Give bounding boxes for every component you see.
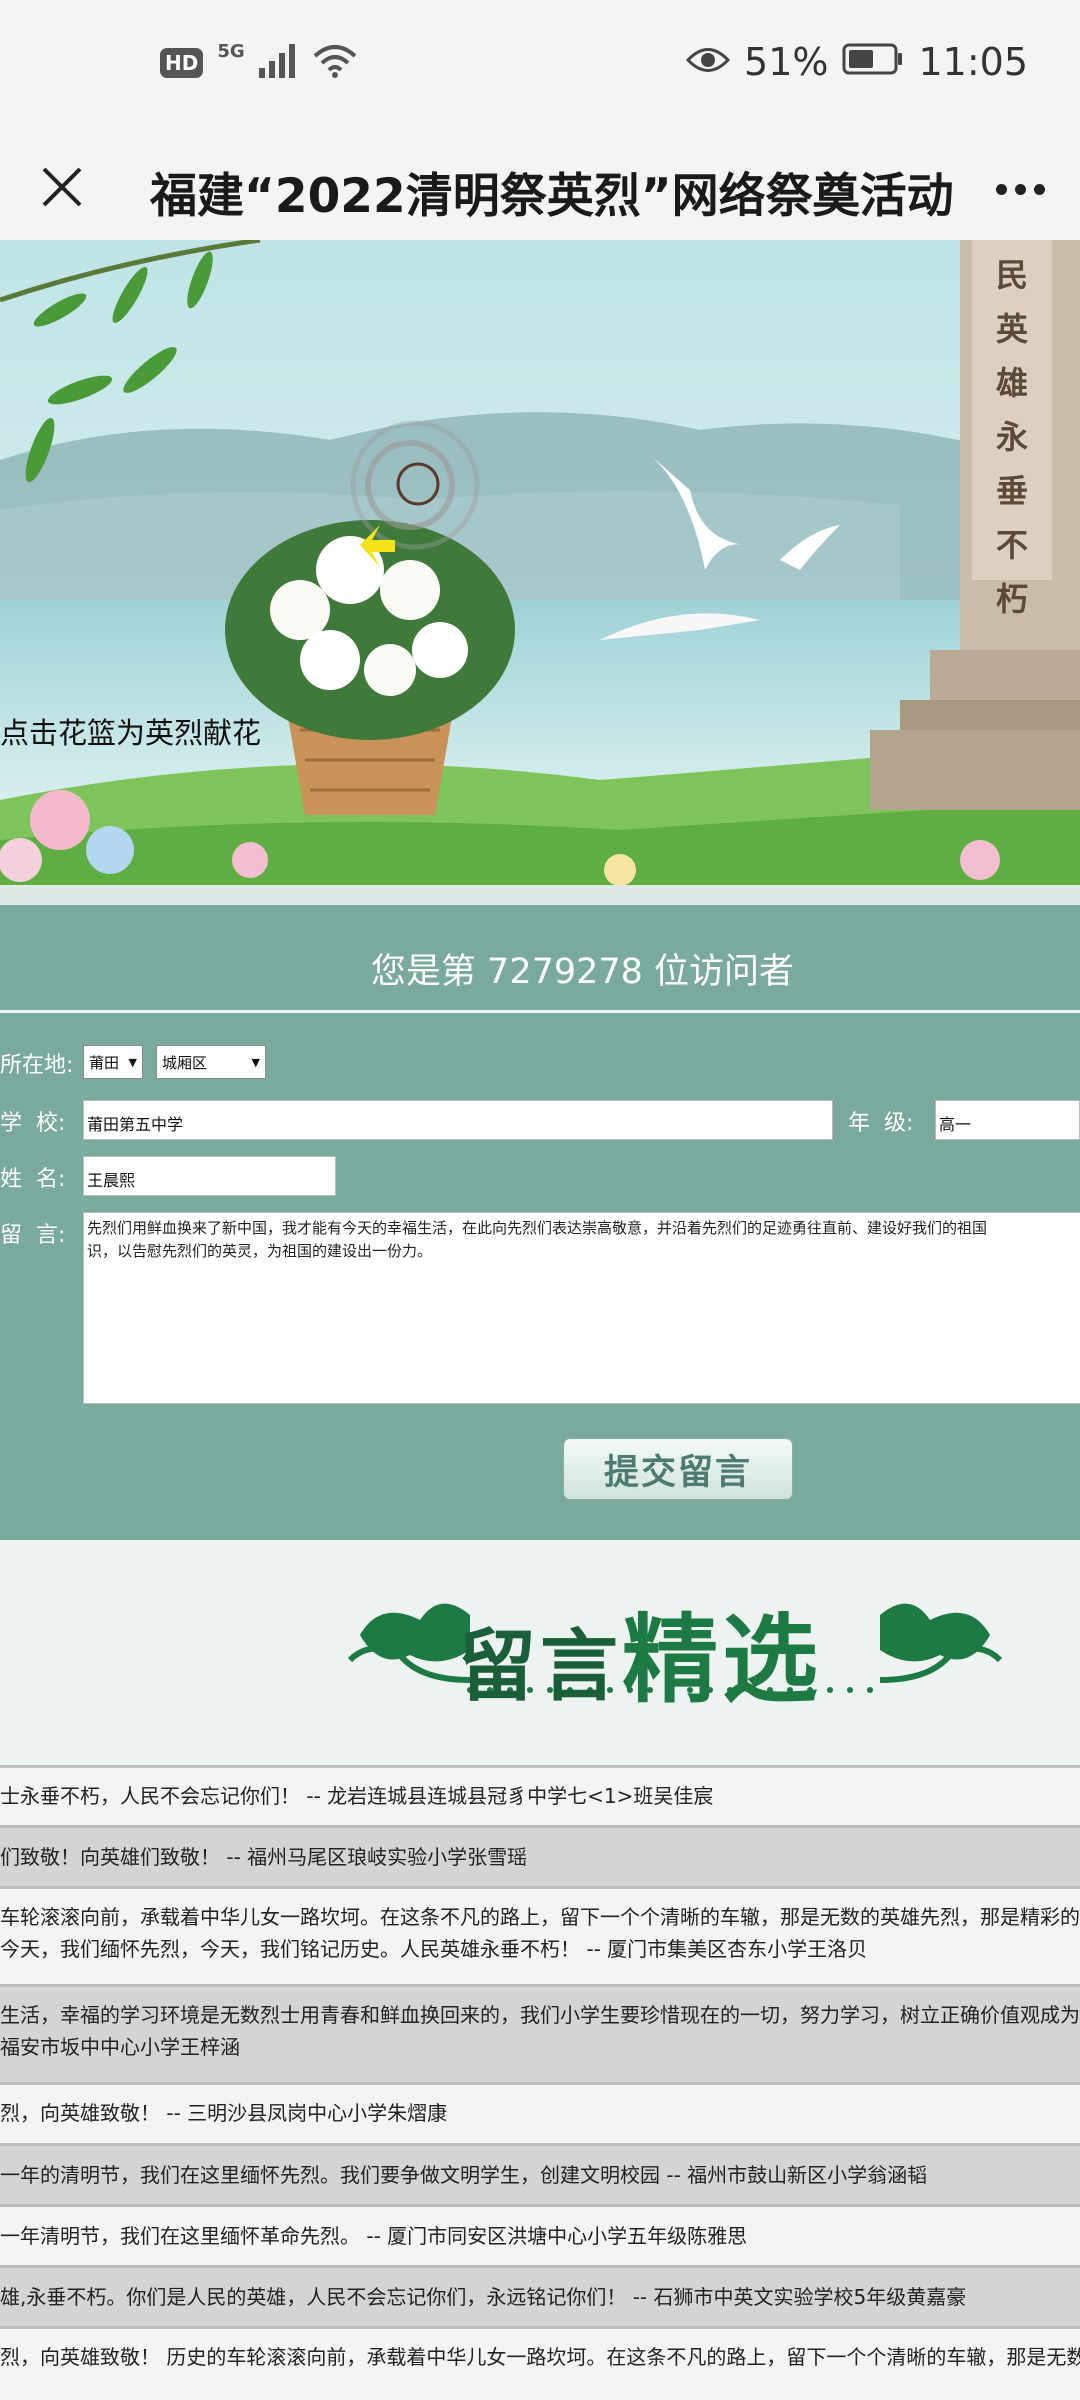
visitor-count: 您是第 7279278 位访问者 (370, 952, 795, 992)
school-label: 学 校: (0, 1111, 66, 1136)
city-select-value: 莆田 (89, 1053, 120, 1072)
battery-percent: 51% (744, 40, 829, 84)
district-select[interactable]: 城厢区 ▼ (156, 1045, 266, 1079)
title-bar: 福建“2022清明祭英烈”网络祭奠活动 (0, 135, 1080, 240)
comment-text: 们致敬！向英雄们致敬！ -- 福州马尾区琅岐实验小学张雪瑶 (0, 1845, 528, 1869)
status-left: HD 5G (160, 40, 357, 82)
submit-message-button[interactable]: 提交留言 (562, 1437, 794, 1501)
name-label: 姓 名: (0, 1167, 66, 1192)
message-label: 留 言: (0, 1223, 66, 1248)
selected-messages-title: 留言精选 (458, 1582, 822, 1721)
comment-text: 烈，向英雄致敬！ 历史的车轮滚滚向前，承载着中华儿女一路坎坷。在这条不凡的路上，… (0, 2345, 1080, 2369)
comment-text: 士永垂不朽，人民不会忘记你们！ -- 龙岩连城县连城县冠豸中学七<1>班吴佳宸 (0, 1784, 714, 1808)
comment-text: 生活，幸福的学习环境是无数烈士用青春和鲜血换回来的，我们小学生要珍惜现在的一切，… (0, 2003, 1080, 2027)
wifi-icon (313, 44, 357, 82)
status-right: 51% 11:05 (685, 40, 1028, 84)
comment-row: 一年清明节，我们在这里缅怀革命先烈。 -- 厦门市同安区洪塘中心小学五年级陈雅思 (0, 2207, 1080, 2265)
eye-icon (685, 40, 731, 84)
comment-text: 福安市坂中中心小学王梓涵 (0, 2035, 240, 2059)
close-icon (42, 167, 82, 207)
comment-row: 士永垂不朽，人民不会忘记你们！ -- 龙岩连城县连城县冠豸中学七<1>班吴佳宸 (0, 1768, 1080, 1825)
comment-row: 烈，向英雄致敬！ 历史的车轮滚滚向前，承载着中华儿女一路坎坷。在这条不凡的路上，… (0, 2329, 1080, 2387)
comment-text: 车轮滚滚向前，承载着中华儿女一路坎坷。在这条不凡的路上，留下一个个清晰的车辙，那… (0, 1905, 1080, 1929)
name-input[interactable]: 王晨熙 (83, 1156, 336, 1196)
close-button[interactable] (28, 153, 96, 221)
comment-row: 生活，幸福的学习环境是无数烈士用青春和鲜血换回来的，我们小学生要珍惜现在的一切，… (0, 1987, 1080, 2082)
grade-input[interactable]: 高一 (935, 1100, 1080, 1140)
comment-text: 今天，我们缅怀先烈，今天，我们铭记历史。人民英雄永垂不朽！ -- 厦门市集美区杏… (0, 1937, 868, 1961)
comment-text: 一年清明节，我们在这里缅怀革命先烈。 -- 厦门市同安区洪塘中心小学五年级陈雅思 (0, 2224, 748, 2248)
hd-badge: HD (160, 48, 204, 78)
city-select[interactable]: 莆田 ▼ (83, 1045, 143, 1079)
clock: 11:05 (918, 40, 1028, 84)
monument-inscription: 民英雄永垂不朽 (995, 256, 1028, 618)
comment-row: 一年的清明节，我们在这里缅怀先烈。我们要争做文明学生，创建文明校园 -- 福州市… (0, 2146, 1080, 2204)
banner-illustration (0, 240, 1080, 885)
location-label: 所在地: (0, 1053, 74, 1078)
dropdown-arrow-icon: ▼ (128, 1055, 137, 1069)
title-big: 精选 (622, 1604, 823, 1716)
grade-label: 年 级: (848, 1111, 914, 1136)
status-bar: HD 5G 51% 11:05 (0, 0, 1080, 135)
comments-list: 士永垂不朽，人民不会忘记你们！ -- 龙岩连城县连城县冠豸中学七<1>班吴佳宸 … (0, 1765, 1080, 2387)
comment-text: 雄,永垂不朽。你们是人民的英雄，人民不会忘记你们，永远铭记你们！ -- 石狮市中… (0, 2285, 967, 2309)
title-small: 留言 (458, 1622, 623, 1712)
comment-row: 雄,永垂不朽。你们是人民的英雄，人民不会忘记你们，永远铭记你们！ -- 石狮市中… (0, 2268, 1080, 2326)
network-type: 5G (217, 40, 245, 62)
message-form: 您是第 7279278 位访问者 所在地: 莆田 ▼ 城厢区 ▼ 学 校: 莆田… (0, 905, 1080, 1540)
page-title: 福建“2022清明祭英烈”网络祭奠活动 (150, 169, 954, 224)
battery-icon (842, 40, 904, 84)
message-line: 先烈们用鲜血换来了新中国，我才能有今天的幸福生活，在此向先烈们表达崇高敬意，并沿… (87, 1219, 988, 1237)
signal-icon (258, 44, 299, 82)
message-line: 识，以告慰先烈们的英灵，为祖国的建设出一份力。 (87, 1242, 433, 1260)
district-select-value: 城厢区 (162, 1053, 208, 1072)
school-input[interactable]: 莆田第五中学 (83, 1100, 833, 1140)
comment-row: 们致敬！向英雄们致敬！ -- 福州马尾区琅岐实验小学张雪瑶 (0, 1828, 1080, 1886)
comment-text: 一年的清明节，我们在这里缅怀先烈。我们要争做文明学生，创建文明校园 -- 福州市… (0, 2163, 928, 2187)
comment-row: 烈，向英雄致敬！ -- 三明沙县凤岗中心小学朱熠康 (0, 2085, 1080, 2143)
banner: 民英雄永垂不朽 点击花篮为英烈献花 (0, 240, 1080, 885)
more-icon (995, 183, 1007, 195)
more-options-button[interactable] (986, 159, 1054, 219)
selected-messages-header: 留言精选 (0, 1540, 1080, 1765)
message-textarea[interactable]: 先烈们用鲜血换来了新中国，我才能有今天的幸福生活，在此向先烈们表达崇高敬意，并沿… (83, 1212, 1080, 1404)
divider (0, 1010, 1080, 1013)
gap-strip (0, 885, 1080, 905)
flower-basket-button[interactable] (210, 360, 540, 820)
comment-text: 烈，向英雄致敬！ -- 三明沙县凤岗中心小学朱熠康 (0, 2101, 448, 2125)
dropdown-arrow-icon: ▼ (251, 1055, 260, 1069)
comment-row: 车轮滚滚向前，承载着中华儿女一路坎坷。在这条不凡的路上，留下一个个清晰的车辙，那… (0, 1889, 1080, 1984)
